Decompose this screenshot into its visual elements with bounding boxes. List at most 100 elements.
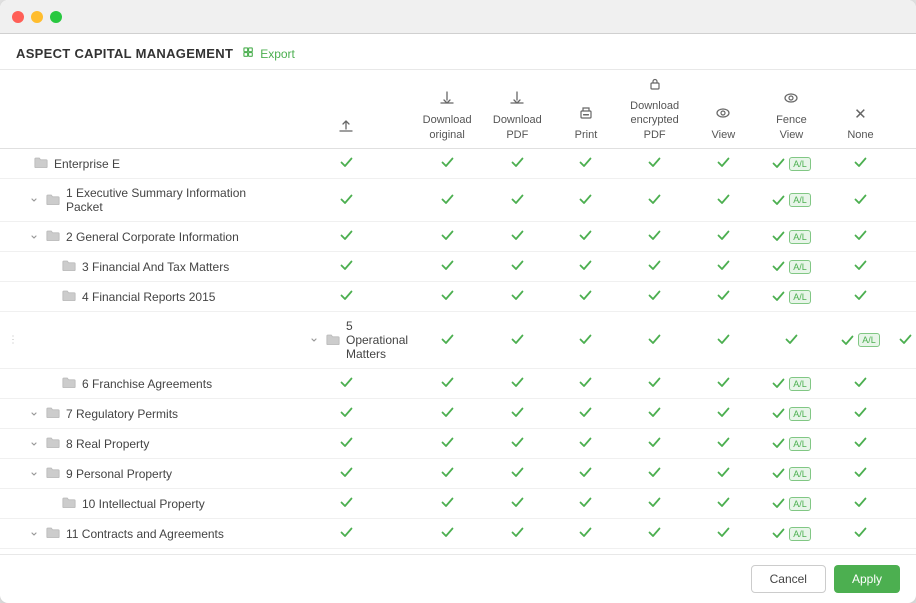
cell-download_encrypted[interactable] [620, 459, 690, 489]
drag-handle[interactable]: ⋮ [4, 327, 22, 352]
cell-view[interactable] [757, 312, 826, 369]
apply-button[interactable]: Apply [834, 565, 900, 593]
cell-none[interactable] [826, 222, 895, 252]
cell-download_encrypted[interactable] [620, 179, 690, 222]
cell-print[interactable] [552, 149, 619, 179]
cell-print[interactable] [552, 399, 619, 429]
cell-upload[interactable] [280, 519, 412, 549]
cell-none[interactable] [826, 252, 895, 282]
cell-fence_view[interactable]: A/L [757, 489, 826, 519]
cell-fence_view[interactable]: A/L [757, 149, 826, 179]
minimize-button[interactable] [31, 11, 43, 23]
cell-view[interactable] [690, 429, 757, 459]
cell-download_pdf[interactable] [482, 179, 552, 222]
cell-print[interactable] [552, 519, 619, 549]
cell-none[interactable] [826, 489, 895, 519]
cell-none[interactable] [826, 399, 895, 429]
cancel-button[interactable]: Cancel [751, 565, 826, 593]
cell-print[interactable] [552, 369, 619, 399]
cell-download_original[interactable] [412, 369, 482, 399]
cell-download_original[interactable] [412, 429, 482, 459]
cell-download_original[interactable] [412, 149, 482, 179]
cell-download_original[interactable] [482, 312, 552, 369]
cell-download_encrypted[interactable] [620, 369, 690, 399]
cell-download_original[interactable] [412, 489, 482, 519]
cell-download_original[interactable] [412, 282, 482, 312]
cell-upload[interactable] [280, 179, 412, 222]
cell-fence_view[interactable]: A/L [757, 179, 826, 222]
cell-download_encrypted[interactable] [620, 222, 690, 252]
cell-upload[interactable] [280, 369, 412, 399]
cell-fence_view[interactable]: A/L [757, 252, 826, 282]
cell-view[interactable] [690, 519, 757, 549]
cell-view[interactable] [690, 489, 757, 519]
cell-upload[interactable] [280, 282, 412, 312]
cell-download_pdf[interactable] [482, 282, 552, 312]
cell-download_original[interactable] [412, 222, 482, 252]
cell-fence_view[interactable]: A/L [757, 429, 826, 459]
cell-download_encrypted[interactable] [620, 399, 690, 429]
cell-download_encrypted[interactable] [620, 489, 690, 519]
cell-download_encrypted[interactable] [620, 252, 690, 282]
cell-none[interactable] [826, 179, 895, 222]
cell-print[interactable] [552, 459, 619, 489]
cell-upload[interactable] [280, 222, 412, 252]
cell-download_pdf[interactable] [482, 489, 552, 519]
cell-none[interactable] [826, 519, 895, 549]
cell-fence_view[interactable]: A/L [757, 222, 826, 252]
cell-fence_view[interactable]: A/L [757, 369, 826, 399]
cell-upload[interactable] [280, 399, 412, 429]
cell-download_pdf[interactable] [552, 312, 619, 369]
cell-download_original[interactable] [412, 399, 482, 429]
cell-none[interactable] [826, 429, 895, 459]
cell-download_pdf[interactable] [482, 252, 552, 282]
cell-download_original[interactable] [412, 252, 482, 282]
cell-download_original[interactable] [412, 459, 482, 489]
cell-fence_view[interactable]: A/L [757, 519, 826, 549]
expand-button[interactable] [308, 334, 320, 346]
cell-view[interactable] [690, 222, 757, 252]
cell-download_original[interactable] [412, 179, 482, 222]
cell-none[interactable] [826, 459, 895, 489]
expand-button[interactable] [28, 231, 40, 243]
cell-download_pdf[interactable] [482, 222, 552, 252]
cell-view[interactable] [690, 459, 757, 489]
cell-none[interactable] [895, 312, 916, 369]
cell-download_pdf[interactable] [482, 149, 552, 179]
cell-download_encrypted[interactable] [620, 149, 690, 179]
cell-print[interactable] [620, 312, 690, 369]
cell-upload[interactable] [280, 429, 412, 459]
cell-view[interactable] [690, 149, 757, 179]
cell-print[interactable] [552, 179, 619, 222]
cell-download_pdf[interactable] [482, 399, 552, 429]
cell-download_encrypted[interactable] [620, 282, 690, 312]
expand-button[interactable] [28, 408, 40, 420]
close-button[interactable] [12, 11, 24, 23]
expand-button[interactable] [28, 528, 40, 540]
expand-button[interactable] [28, 468, 40, 480]
cell-download_encrypted[interactable] [690, 312, 757, 369]
cell-upload[interactable] [280, 252, 412, 282]
cell-view[interactable] [690, 252, 757, 282]
permissions-table-container[interactable]: Downloadoriginal DownloadPDF [0, 70, 916, 554]
cell-download_encrypted[interactable] [620, 429, 690, 459]
export-button[interactable]: Export [243, 47, 295, 61]
cell-fence_view[interactable]: A/L [757, 399, 826, 429]
cell-none[interactable] [826, 282, 895, 312]
cell-view[interactable] [690, 369, 757, 399]
cell-print[interactable] [552, 489, 619, 519]
cell-print[interactable] [552, 282, 619, 312]
cell-none[interactable] [826, 149, 895, 179]
cell-fence_view[interactable]: A/L [757, 282, 826, 312]
expand-button[interactable] [28, 438, 40, 450]
cell-print[interactable] [552, 222, 619, 252]
cell-download_original[interactable] [412, 519, 482, 549]
expand-button[interactable] [28, 194, 40, 206]
cell-view[interactable] [690, 179, 757, 222]
cell-download_encrypted[interactable] [620, 519, 690, 549]
cell-upload[interactable] [280, 149, 412, 179]
cell-view[interactable] [690, 399, 757, 429]
cell-download_pdf[interactable] [482, 369, 552, 399]
cell-download_pdf[interactable] [482, 429, 552, 459]
cell-print[interactable] [552, 429, 619, 459]
